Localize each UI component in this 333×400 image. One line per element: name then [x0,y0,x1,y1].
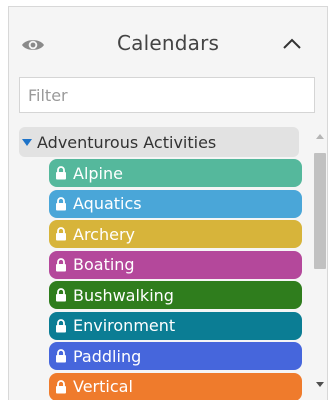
calendar-item-alpine[interactable]: Alpine [49,159,302,187]
scroll-down-icon[interactable] [315,381,325,388]
lock-icon [56,288,66,302]
calendar-item-paddling[interactable]: Paddling [49,342,302,370]
calendar-list: Alpine Aquatics Archery Boating Bushwalking E… [49,159,302,400]
calendar-item-aquatics[interactable]: Aquatics [49,189,302,218]
calendar-item-bushwalking[interactable]: Bushwalking [49,281,302,309]
calendar-tree: Adventurous Activities Alpine Aquatics Arc… [19,123,327,400]
caret-down-icon[interactable] [21,137,33,147]
scrollbar[interactable] [313,123,327,400]
scrollbar-thumb[interactable] [314,153,326,269]
calendar-item-label: Paddling [73,346,142,366]
calendar-item-label: Environment [73,316,176,335]
calendar-item-environment[interactable]: Environment [49,311,302,340]
lock-icon [56,227,66,241]
lock-icon [56,166,66,180]
lock-icon [56,318,66,332]
calendar-item-label: Boating [73,255,135,274]
calendar-item-label: Archery [73,224,135,244]
calendar-item-boating[interactable]: Boating [49,250,302,279]
calendar-item-vertical[interactable]: Vertical [49,372,302,400]
calendar-item-label: Vertical [73,377,133,396]
lock-icon [56,257,66,271]
calendar-item-label: Aquatics [73,194,142,213]
lock-icon [56,196,66,210]
group-adventurous-activities[interactable]: Adventurous Activities [19,127,299,157]
group-label: Adventurous Activities [37,132,217,152]
lock-icon [56,379,66,393]
filter-input[interactable] [19,77,315,113]
scroll-up-icon[interactable] [315,133,325,140]
panel-header: Calendars [9,7,327,71]
panel-title: Calendars [117,31,220,55]
lock-icon [56,349,66,363]
calendars-panel: Calendars Adventurous Activities AlpineA… [8,6,328,400]
calendar-item-label: Alpine [73,163,123,183]
calendar-item-label: Bushwalking [73,285,174,305]
calendar-item-archery[interactable]: Archery [49,220,302,248]
